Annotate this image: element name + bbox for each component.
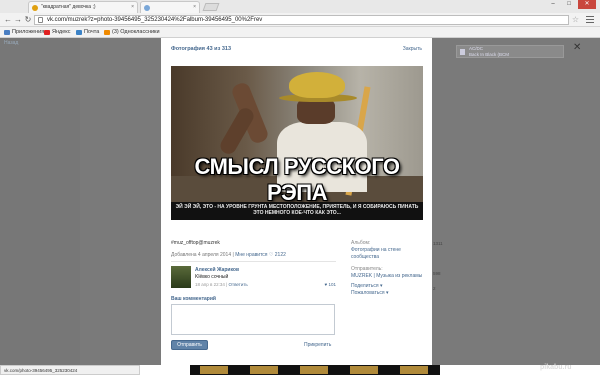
meme-subtitle: ЭЙ ЭЙ ЭЙ, ЭТО - НА УРОВНЕ ГРУНТА МЕСТОПО… (175, 204, 419, 216)
browser-toolbar: ← → ↻ vk.com/muzrek?z=photo-39456495_325… (0, 13, 600, 27)
left-back-panel[interactable] (0, 38, 80, 365)
status-bar-url: vk.com/photo-39456495_325230424 (0, 365, 140, 375)
maximize-icon[interactable]: □ (562, 0, 576, 9)
sender-label: Отправитель: (351, 266, 383, 272)
address-url: vk.com/muzrek?z=photo-39456495_325230424… (47, 17, 263, 23)
minimize-icon[interactable]: – (546, 0, 560, 9)
share-label: Поделиться (351, 283, 379, 289)
bookmark-label: Почта (84, 29, 100, 35)
added-date: Добавлена 4 апреля 2014 (171, 252, 232, 258)
chrome-menu-icon[interactable] (586, 16, 594, 24)
avatar[interactable] (171, 266, 191, 288)
divider (171, 261, 336, 262)
address-bar[interactable]: vk.com/muzrek?z=photo-39456495_325230424… (34, 15, 569, 25)
heart-icon: ♥ (324, 282, 328, 287)
comment-date: 18 апр в 22:34 (195, 282, 225, 287)
send-button[interactable]: Отправить (171, 340, 208, 350)
figure-hat (289, 72, 345, 98)
comment-meta: 18 апр в 22:34 | Ответить (195, 282, 248, 287)
viewer-close-icon[interactable]: ✕ (573, 42, 581, 53)
browser-tab[interactable]: × (140, 1, 200, 13)
your-comment-label: Ваш комментарий (171, 296, 217, 302)
bookmark-apps[interactable]: Приложения (4, 27, 44, 38)
comment-input[interactable] (171, 304, 335, 335)
background-count: 598 (433, 271, 441, 276)
new-tab-button[interactable] (202, 3, 220, 11)
share-link[interactable]: Поделиться ▾ (351, 283, 426, 290)
photo-counter: Фотография 43 из 313 (171, 46, 232, 52)
back-link[interactable]: Назад (4, 40, 18, 46)
hashtag-link[interactable]: #muz_offtop@muzrek (171, 240, 220, 246)
tab-close-icon[interactable]: × (131, 2, 134, 13)
photo-info-column: Альбом: Фотографии на стене сообщества О… (351, 240, 426, 297)
reply-link[interactable]: Ответить (229, 282, 248, 287)
album-label: Альбом: (351, 240, 371, 246)
background-count: 2 (433, 286, 436, 291)
bookmark-yandex[interactable]: Яндекс (44, 27, 71, 38)
close-link[interactable]: Закрыть (403, 46, 422, 52)
tab-favicon-icon (144, 5, 150, 11)
mail-icon (76, 30, 82, 35)
bookmark-mail[interactable]: Почта (76, 27, 99, 38)
sender-link[interactable]: MUZREK | Музыка из рекламы (351, 273, 426, 280)
like-button[interactable]: Мне нравится ♡ 2122 (235, 252, 286, 258)
comment-text: Klёвко сочный (195, 274, 229, 280)
bookmarks-bar: Приложения Яндекс Почта (3) Одноклассник… (0, 27, 600, 38)
reload-icon[interactable]: ↻ (23, 15, 33, 25)
comment-item: Алексей Жариков Klёвко сочный 18 апр в 2… (171, 266, 336, 292)
report-label: Пожаловаться (351, 290, 385, 296)
tab-title: "квадратная" девочка ;) (41, 4, 96, 10)
meme-photo[interactable]: СМЫСЛ РУССКОГО РЭПА ЭЙ ЭЙ ЭЙ, ЭТО - НА У… (171, 66, 423, 220)
browser-tab-active[interactable]: "квадратная" девочка ;) × (28, 1, 138, 13)
window-controls: – □ ✕ (546, 0, 596, 9)
photo-added-line: Добавлена 4 апреля 2014 | Мне нравится ♡… (171, 252, 286, 258)
back-arrow-icon[interactable]: ← (3, 15, 13, 25)
audio-player-mini[interactable]: AC/DC Back In Black (BCM (456, 45, 564, 58)
comment-like-count: 101 (328, 282, 336, 287)
background-count: 1311 (433, 241, 443, 246)
window-close-icon[interactable]: ✕ (578, 0, 596, 9)
report-link[interactable]: Пожаловаться ▾ (351, 290, 426, 297)
play-icon[interactable] (460, 49, 465, 55)
background-photo-strip (190, 365, 440, 375)
like-label: Мне нравится (235, 252, 268, 258)
watermark: pikabu.ru (540, 364, 572, 371)
meme-caption: СМЫСЛ РУССКОГО РЭПА (194, 154, 400, 205)
yandex-icon (44, 30, 50, 35)
page-info-icon (38, 17, 43, 23)
comment-author[interactable]: Алексей Жариков (195, 267, 239, 273)
comment-like[interactable]: ♥ 101 (325, 282, 336, 287)
music-subtitle: Back In Black (BCM (469, 52, 510, 57)
tab-close-icon[interactable]: × (193, 2, 196, 13)
bookmark-label: (3) Одноклассники (112, 29, 160, 35)
chevron-down-icon: ▾ (385, 290, 389, 296)
vk-favicon-icon (32, 5, 38, 11)
bookmark-odnoklassniki[interactable]: (3) Одноклассники (104, 27, 160, 38)
photo-viewer: Фотография 43 из 313 Закрыть СМЫСЛ РУССК… (161, 38, 432, 365)
apps-grid-icon (4, 30, 10, 35)
attach-link[interactable]: Прикрепить (304, 342, 331, 348)
chevron-down-icon: ▾ (380, 283, 383, 289)
like-count: 2122 (274, 252, 286, 258)
bookmark-label: Приложения (12, 29, 45, 35)
browser-tabbar: "квадратная" девочка ;) × × – □ ✕ (0, 0, 600, 13)
bookmark-star-icon[interactable]: ☆ (572, 15, 579, 24)
forward-arrow-icon[interactable]: → (13, 15, 23, 25)
odnoklassniki-icon (104, 30, 110, 35)
heart-icon: ♡ (268, 252, 274, 258)
bookmark-label: Яндекс (52, 29, 71, 35)
album-link[interactable]: Фотографии на стене сообщества (351, 247, 426, 261)
